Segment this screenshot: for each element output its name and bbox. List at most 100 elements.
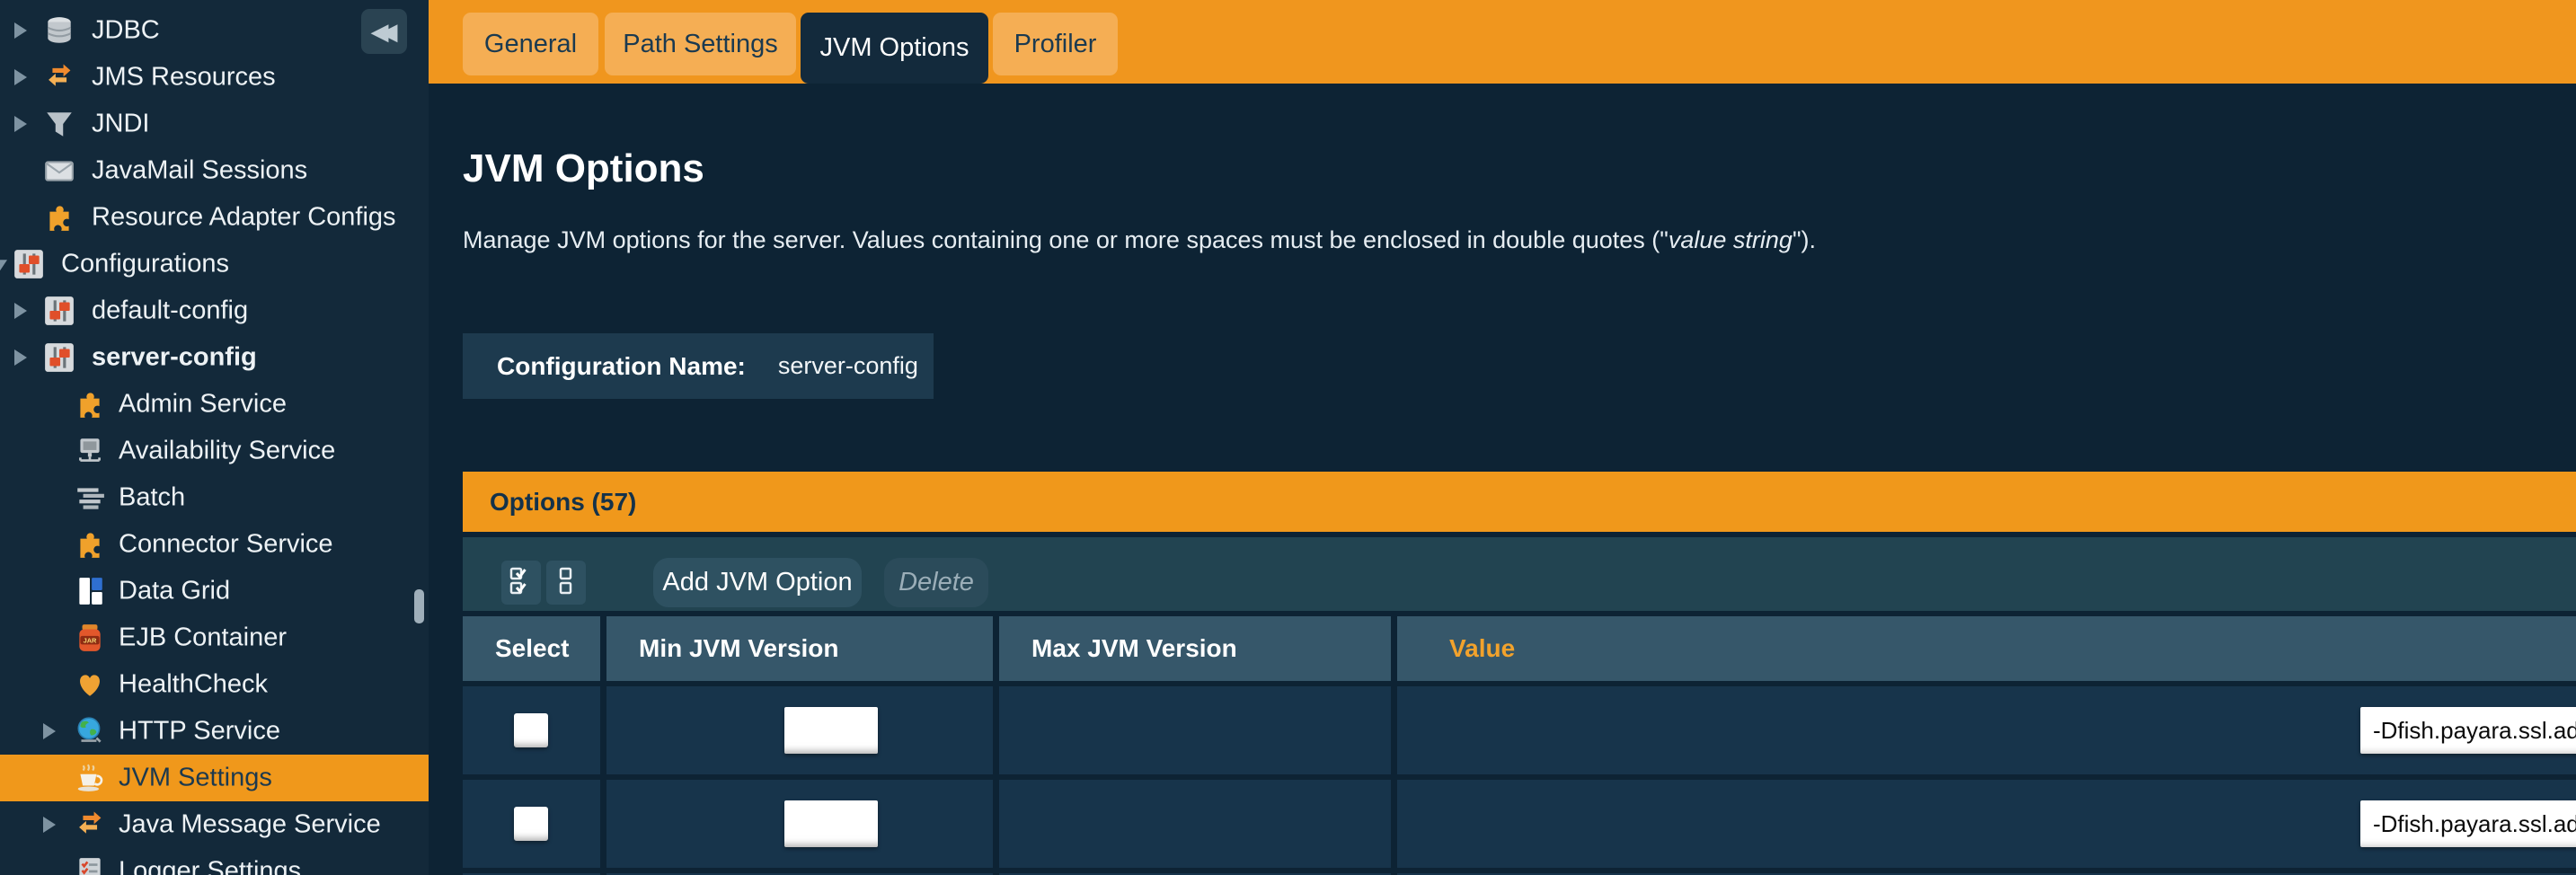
sidebar-item-label: default-config xyxy=(92,296,248,326)
expand-arrow-icon[interactable] xyxy=(14,303,27,319)
description-text-end: "). xyxy=(1793,226,1816,253)
jar-icon: JAR xyxy=(74,622,106,654)
sidebar-item-label: Admin Service xyxy=(119,390,287,420)
tab-jvm-options[interactable]: JVM Options xyxy=(801,13,988,84)
min-jvm-version-input[interactable] xyxy=(784,800,878,847)
sidebar-scrollbar-thumb[interactable] xyxy=(414,589,424,623)
sidebar-item-label: Data Grid xyxy=(119,577,230,606)
sidebar-item-label: Configurations xyxy=(61,250,229,279)
tab-profiler[interactable]: Profiler xyxy=(993,13,1118,75)
collapse-arrow-icon[interactable] xyxy=(0,260,7,270)
sidebar-item-label: HTTP Service xyxy=(119,717,280,747)
sidebar-item-label: JMS Resources xyxy=(92,63,276,93)
sidebar-item-label: Availability Service xyxy=(119,437,335,466)
options-panel-header: Options (57) xyxy=(463,472,2576,532)
expand-arrow-icon[interactable] xyxy=(14,116,27,132)
sidebar-tree: JDBC JMS Resources JNDI JavaM xyxy=(0,0,429,875)
sidebar-item-jvm-settings[interactable]: JVM Settings xyxy=(0,755,429,801)
sidebar-item-data-grid[interactable]: Data Grid xyxy=(0,568,429,614)
database-icon xyxy=(43,14,75,47)
puzzle-icon xyxy=(74,528,106,561)
min-jvm-version-input[interactable] xyxy=(784,707,878,754)
page-description: Manage JVM options for the server. Value… xyxy=(463,226,1816,254)
sliders-icon xyxy=(43,341,75,374)
sidebar-item-label: HealthCheck xyxy=(119,670,268,700)
sidebar-item-label: server-config xyxy=(92,343,257,373)
network-icon xyxy=(74,435,106,467)
sidebar-item-connector-service[interactable]: Connector Service xyxy=(0,521,429,568)
jvm-option-value-input[interactable] xyxy=(2360,707,2576,754)
sliders-icon xyxy=(13,248,45,280)
row-select-checkbox[interactable] xyxy=(514,713,548,747)
tab-bar: General Path Settings JVM Options Profil… xyxy=(429,0,2576,84)
sidebar-item-jndi[interactable]: JNDI xyxy=(0,101,429,147)
sidebar-item-server-config[interactable]: server-config xyxy=(0,334,429,381)
sidebar-item-javamail-sessions[interactable]: JavaMail Sessions xyxy=(0,147,429,194)
max-jvm-version-cell xyxy=(999,686,1391,774)
expand-arrow-icon[interactable] xyxy=(14,22,27,39)
message-arrows-icon xyxy=(74,809,106,841)
puzzle-icon xyxy=(43,201,75,234)
delete-button[interactable]: Delete xyxy=(884,558,988,607)
expand-arrow-icon[interactable] xyxy=(14,349,27,366)
configuration-name-value: server-config xyxy=(778,352,918,380)
table-row xyxy=(463,686,2576,774)
sidebar-item-configurations[interactable]: Configurations xyxy=(0,241,429,287)
sidebar-item-jms-resources[interactable]: JMS Resources xyxy=(0,54,429,101)
description-text: Manage JVM options for the server. Value… xyxy=(463,226,1669,253)
sidebar-item-admin-service[interactable]: Admin Service xyxy=(0,381,429,428)
sidebar-item-label: EJB Container xyxy=(119,623,287,653)
sidebar-item-label: Batch xyxy=(119,483,185,513)
sidebar-item-label: JDBC xyxy=(92,16,160,46)
coffee-cup-icon xyxy=(74,762,106,794)
select-cell xyxy=(463,686,600,774)
select-all-button[interactable] xyxy=(501,561,541,605)
max-jvm-version-cell xyxy=(999,780,1391,868)
configuration-name-label: Configuration Name: xyxy=(497,352,746,381)
description-italic-text: value string xyxy=(1669,226,1793,253)
min-jvm-version-cell xyxy=(606,686,993,774)
deselect-all-button[interactable] xyxy=(546,561,586,605)
admin-console: JDBC JMS Resources JNDI JavaM xyxy=(0,0,2576,875)
sidebar-item-logger-settings[interactable]: Logger Settings xyxy=(0,848,429,875)
globe-icon xyxy=(74,715,106,747)
table-header-row: Select Min JVM Version Max JVM Version V… xyxy=(463,616,2576,681)
sidebar-item-label: Connector Service xyxy=(119,530,333,560)
tab-general[interactable]: General xyxy=(463,13,598,75)
sidebar-item-availability-service[interactable]: Availability Service xyxy=(0,428,429,474)
row-select-checkbox[interactable] xyxy=(514,807,548,841)
batch-lines-icon xyxy=(74,482,106,514)
sidebar-item-healthcheck[interactable]: HealthCheck xyxy=(0,661,429,708)
sliders-icon xyxy=(43,295,75,327)
sidebar-item-label: JNDI xyxy=(92,110,149,139)
sidebar-item-resource-adapter-configs[interactable]: Resource Adapter Configs xyxy=(0,194,429,241)
select-all-icon xyxy=(509,565,534,600)
expand-arrow-icon[interactable] xyxy=(43,817,56,833)
svg-text:JAR: JAR xyxy=(84,636,97,644)
sidebar-item-ejb-container[interactable]: JAR EJB Container xyxy=(0,614,429,661)
sidebar-item-default-config[interactable]: default-config xyxy=(0,287,429,334)
sidebar-item-label: Logger Settings xyxy=(119,857,301,875)
value-cell xyxy=(1397,780,2576,868)
table-row xyxy=(463,780,2576,868)
sidebar-item-batch[interactable]: Batch xyxy=(0,474,429,521)
sidebar-item-label: JavaMail Sessions xyxy=(92,156,307,186)
tab-path-settings[interactable]: Path Settings xyxy=(605,13,796,75)
sidebar-item-java-message-service[interactable]: Java Message Service xyxy=(0,801,429,848)
column-header-max-jvm-version: Max JVM Version xyxy=(999,616,1391,681)
select-cell xyxy=(463,780,600,868)
sidebar-item-http-service[interactable]: HTTP Service xyxy=(0,708,429,755)
expand-arrow-icon[interactable] xyxy=(14,69,27,85)
puzzle-icon xyxy=(74,388,106,420)
heart-icon xyxy=(74,668,106,701)
message-arrows-icon xyxy=(43,61,75,93)
sidebar-collapse-button[interactable]: ◀◀ xyxy=(361,9,407,54)
add-jvm-option-button[interactable]: Add JVM Option xyxy=(653,558,862,607)
deselect-all-icon xyxy=(553,565,579,600)
jvm-option-value-input[interactable] xyxy=(2360,800,2576,847)
sidebar-item-label: Resource Adapter Configs xyxy=(92,203,396,233)
column-header-min-jvm-version: Min JVM Version xyxy=(606,616,993,681)
data-grid-icon xyxy=(74,575,106,607)
options-count-label: Options (57) xyxy=(490,488,636,517)
expand-arrow-icon[interactable] xyxy=(43,723,56,739)
